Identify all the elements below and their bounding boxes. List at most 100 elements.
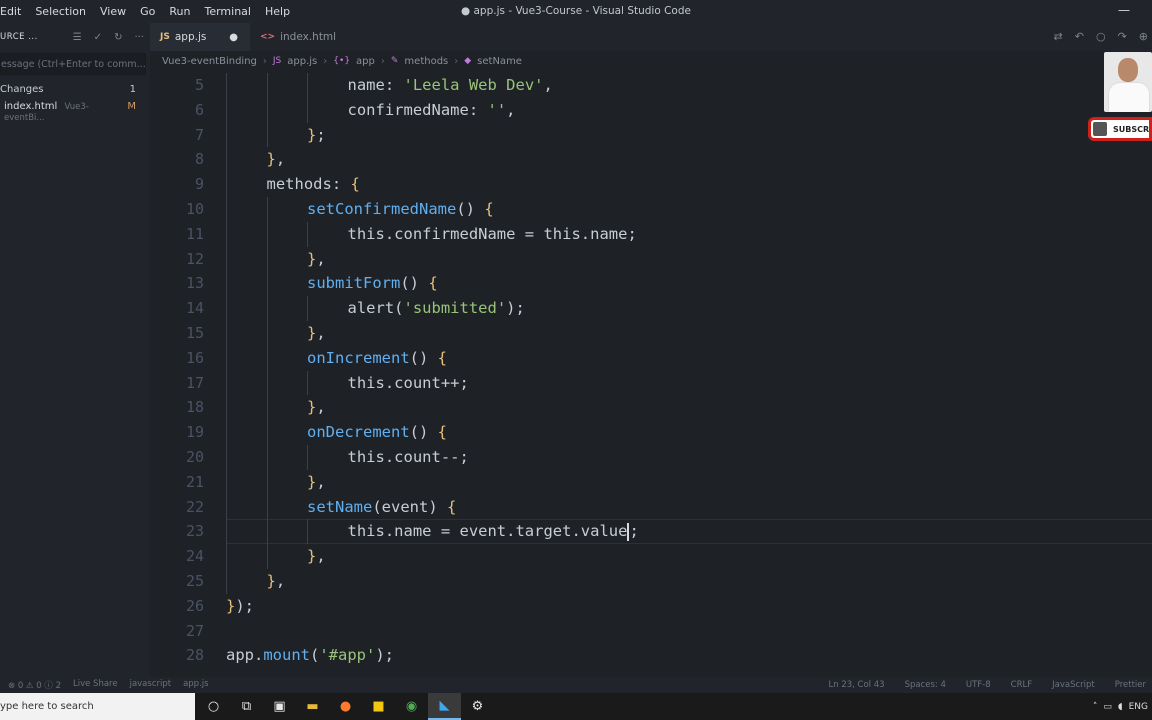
changes-count: 1 [129, 84, 136, 95]
code-line[interactable]: app.mount('#app'); [226, 643, 394, 668]
status-item-right[interactable]: Spaces: 4 [905, 680, 946, 690]
indent-guide [226, 569, 227, 594]
method-icon: ◆ [464, 56, 472, 66]
code-line[interactable]: submitForm() { [307, 271, 438, 296]
line-number: 19 [185, 423, 204, 442]
sidebar-header: URCE ... ☰ ✓ ↻ ··· [0, 23, 150, 51]
status-item-right[interactable]: CRLF [1011, 680, 1032, 690]
breadcrumb-setname[interactable]: setName [477, 56, 522, 67]
menu-item-view[interactable]: View [93, 0, 133, 23]
indent-guide [226, 246, 227, 272]
line-number: 24 [185, 547, 204, 566]
volume-icon[interactable]: ◖ [1118, 702, 1123, 712]
code-line[interactable]: }, [267, 147, 286, 172]
code-line[interactable]: onDecrement() { [307, 420, 447, 445]
network-icon[interactable]: ▭ [1103, 702, 1112, 712]
breadcrumb-app[interactable]: app [356, 56, 375, 67]
breadcrumb-methods[interactable]: methods [404, 56, 448, 67]
taskbar-search-input[interactable]: ype here to search [0, 693, 195, 720]
go-back-icon[interactable]: ↶ [1075, 30, 1084, 43]
unsaved-dot-icon[interactable]: ● [229, 32, 238, 43]
code-line[interactable]: this.confirmedName = this.name; [348, 222, 637, 247]
status-item-left[interactable]: javascript [130, 679, 172, 691]
status-item-left[interactable]: Live Share [73, 679, 118, 691]
presenter-body [1108, 82, 1150, 112]
code-line[interactable]: name: 'Leela Web Dev', [348, 73, 553, 98]
code-line[interactable]: methods: { [267, 172, 360, 197]
menu-item-selection[interactable]: Selection [28, 0, 93, 23]
code-line[interactable]: }, [307, 321, 326, 346]
code-line[interactable]: }, [267, 569, 286, 594]
menu-item-go[interactable]: Go [133, 0, 162, 23]
chrome-icon[interactable]: ◉ [395, 693, 428, 720]
code-editor[interactable]: 5 6 7 8 9 10 11 12 13 14 15 16 17 18 19 20 21 22 23 24 25 26 2… [150, 71, 1152, 677]
cortana-icon[interactable]: ○ [197, 693, 230, 720]
code-line[interactable]: }, [307, 395, 326, 420]
line-number: 18 [185, 398, 204, 417]
wrench-icon: ✎ [390, 56, 399, 66]
task-view-icon[interactable]: ⧉ [230, 693, 263, 720]
menu-item-terminal[interactable]: Terminal [197, 0, 258, 23]
code-line[interactable]: this.count++; [348, 371, 469, 396]
firefox-icon[interactable]: ● [329, 693, 362, 720]
check-icon[interactable]: ✓ [94, 32, 102, 43]
indent-guide [226, 370, 227, 396]
menu-item-edit[interactable]: Edit [0, 0, 28, 23]
menu-item-run[interactable]: Run [162, 0, 197, 23]
code-line[interactable]: setName(event) { [307, 495, 456, 520]
compare-icon[interactable]: ⇄ [1054, 30, 1063, 43]
code-line[interactable]: this.count--; [348, 445, 469, 470]
chevron-up-icon[interactable]: ˄ [1093, 702, 1098, 712]
status-item-right[interactable]: Ln 23, Col 43 [829, 680, 885, 690]
subscribe-button[interactable]: SUBSCRI [1088, 117, 1152, 141]
vscode-icon[interactable]: ◣ [428, 693, 461, 720]
menu-item-help[interactable]: Help [258, 0, 297, 23]
settings-icon[interactable]: ⚙ [461, 693, 494, 720]
status-bar: ⊗ 0 ⚠ 0 ⓘ 2 Live Share javascript app.js Ln… [0, 677, 1152, 693]
file-explorer-icon[interactable]: ▬ [296, 693, 329, 720]
tray-language[interactable]: ENG [1129, 702, 1148, 712]
code-line[interactable]: onIncrement() { [307, 346, 447, 371]
status-item-right[interactable]: JavaScript [1052, 680, 1095, 690]
tab-index-html[interactable]: <> index.html [250, 23, 350, 51]
code-line[interactable]: confirmedName: '', [348, 98, 516, 123]
tab-app-js[interactable]: JS app.js ● [150, 23, 250, 51]
status-item-right[interactable]: Prettier [1115, 680, 1146, 690]
code-line[interactable]: }, [307, 247, 326, 272]
indent-guide [226, 519, 227, 545]
breadcrumb-file[interactable]: app.js [287, 56, 317, 67]
split-editor-icon[interactable]: ⊕ [1139, 30, 1148, 43]
more-icon[interactable]: ··· [134, 32, 144, 43]
code-line[interactable]: this.name = event.target.value; [348, 519, 639, 544]
code-line[interactable]: }, [307, 470, 326, 495]
indent-guide [307, 97, 308, 123]
commit-message-input[interactable]: essage (Ctrl+Enter to comm... [0, 53, 146, 75]
status-item-left[interactable]: ⊗ 0 ⚠ 0 ⓘ 2 [8, 679, 61, 691]
indent-guide [307, 221, 308, 247]
indent-guide [226, 321, 227, 346]
line-number: 12 [185, 249, 204, 268]
code-line[interactable]: }, [307, 544, 326, 569]
changes-group[interactable]: Changes 1 [0, 75, 150, 95]
circle-icon[interactable]: ○ [1096, 30, 1106, 43]
store-icon[interactable]: ▣ [263, 693, 296, 720]
indent-guide [226, 494, 227, 520]
code-line[interactable]: }); [226, 594, 254, 619]
status-item-right[interactable]: UTF-8 [966, 680, 991, 690]
changed-file-item[interactable]: index.html Vue3-eventBi... M [0, 95, 150, 123]
minimize-icon[interactable]: — [1118, 3, 1130, 17]
line-number: 5 [194, 76, 204, 94]
code-line[interactable]: }; [307, 123, 326, 148]
status-item-left[interactable]: app.js [183, 679, 209, 691]
indent-guide [226, 296, 227, 321]
code-line[interactable]: setConfirmedName() { [307, 197, 494, 222]
go-forward-icon[interactable]: ↷ [1118, 30, 1127, 43]
indent-guide [266, 370, 268, 396]
line-number: 26 [185, 596, 204, 615]
changed-file-name: index.html [4, 101, 58, 112]
breadcrumb-folder[interactable]: Vue3-eventBinding [162, 56, 257, 67]
refresh-icon[interactable]: ↻ [114, 32, 122, 43]
folder-icon[interactable]: ■ [362, 693, 395, 720]
code-line[interactable]: alert('submitted'); [348, 296, 525, 321]
list-icon[interactable]: ☰ [73, 32, 82, 43]
